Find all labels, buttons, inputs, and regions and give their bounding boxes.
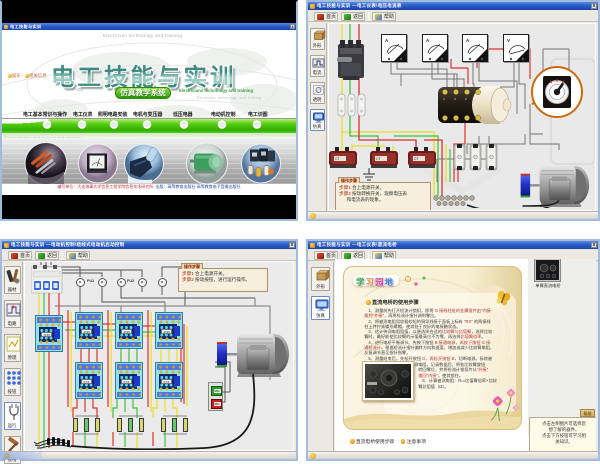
svg-text:A: A	[426, 38, 430, 43]
svg-text:A: A	[466, 38, 470, 43]
svg-text:V: V	[507, 38, 510, 43]
svg-text:A: A	[385, 38, 389, 43]
